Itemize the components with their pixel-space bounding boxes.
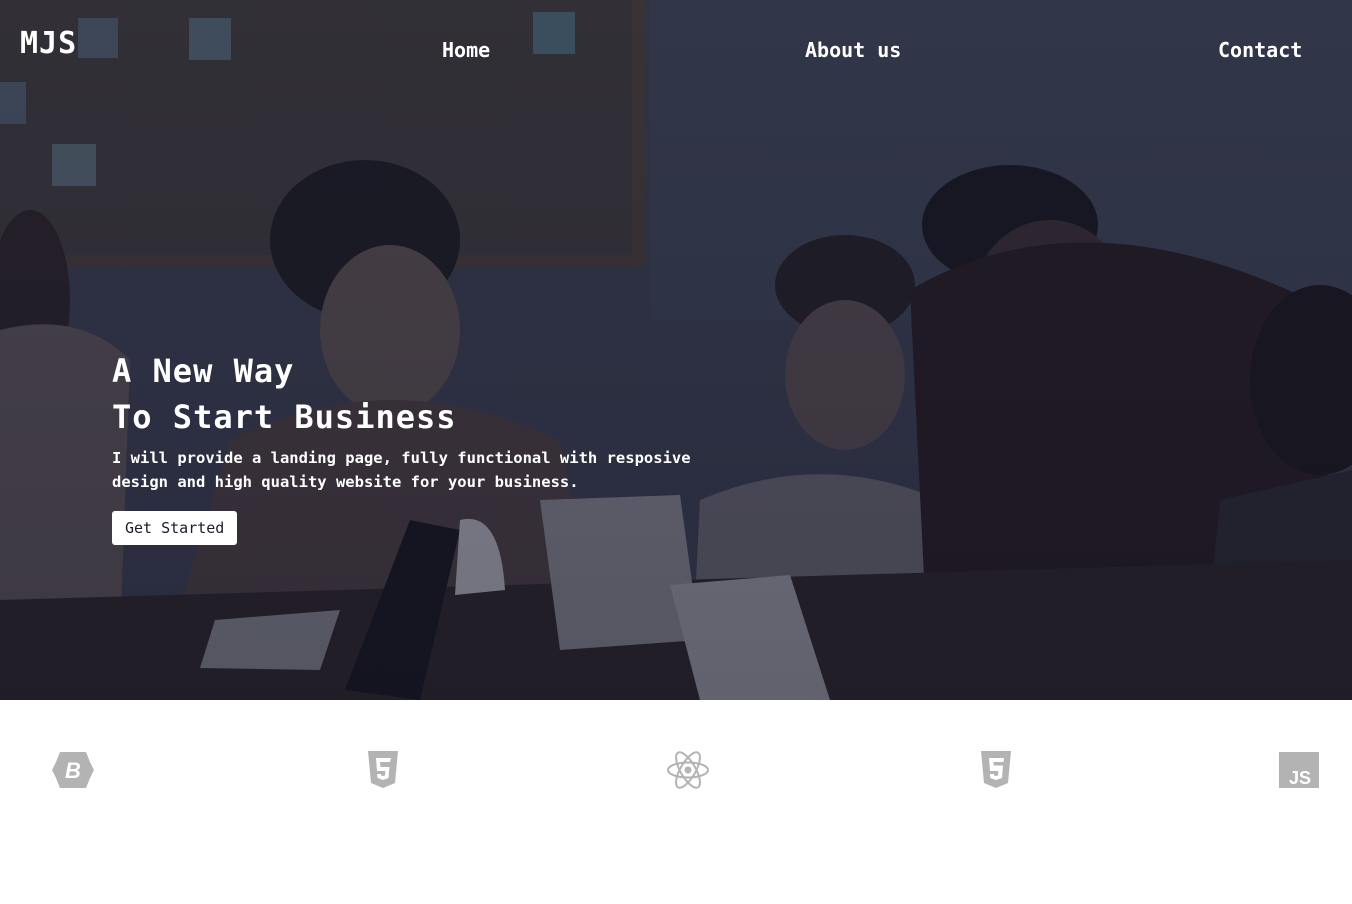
get-started-button[interactable]: Get Started	[112, 511, 238, 545]
react-icon	[667, 751, 709, 789]
nav-link-about-us[interactable]: About us	[805, 38, 901, 62]
hero-title-line-2: To Start Business	[112, 398, 457, 436]
hero-title: A New Way To Start Business	[112, 348, 752, 440]
nav-link-contact[interactable]: Contact	[1218, 38, 1302, 62]
hero-content: A New Way To Start Business I will provi…	[112, 348, 752, 545]
brand-logo[interactable]: MJS	[20, 26, 77, 61]
navbar: MJS Home About us Contact	[0, 0, 1352, 100]
svg-text:B: B	[65, 758, 81, 783]
nav-link-home[interactable]: Home	[442, 38, 490, 62]
hero-description: I will provide a landing page, fully fun…	[112, 449, 691, 491]
javascript-icon: JS	[1279, 752, 1319, 788]
hero-title-line-1: A New Way	[112, 352, 295, 390]
svg-text:JS: JS	[1289, 768, 1311, 788]
hero-section: MJS Home About us Contact A New Way To S…	[0, 0, 1352, 700]
bootstrap-icon: B	[52, 752, 94, 788]
html5-icon	[368, 751, 398, 788]
tech-stack-row: B JS	[0, 700, 1352, 904]
css3-icon	[981, 751, 1011, 788]
